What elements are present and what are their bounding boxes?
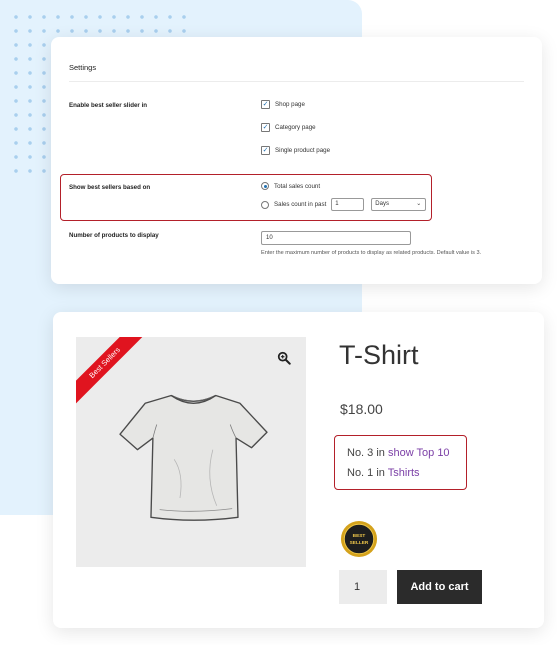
option-category-page[interactable]: ✓ Category page bbox=[261, 123, 316, 132]
rank-box: No. 3 in show Top 10 No. 1 in Tshirts bbox=[334, 435, 467, 490]
rank-in: in bbox=[376, 447, 385, 459]
add-to-cart-button[interactable]: Add to cart bbox=[397, 570, 482, 604]
divider bbox=[69, 81, 524, 82]
option-shop-page[interactable]: ✓ Shop page bbox=[261, 100, 305, 109]
num-products-input[interactable]: 10 bbox=[261, 231, 411, 245]
product-title: T-Shirt bbox=[339, 340, 419, 370]
num-products-label: Number of products to display bbox=[69, 232, 159, 239]
tshirt-image bbox=[119, 394, 268, 521]
help-text: Enter the maximum number of products to … bbox=[261, 250, 482, 256]
rank-category-link[interactable]: Tshirts bbox=[388, 467, 420, 479]
option-sales-in-past[interactable]: Sales count in past 1 Days ⌄ bbox=[261, 198, 427, 211]
radio-icon[interactable] bbox=[261, 200, 269, 209]
seal-text-2: SELLER bbox=[350, 540, 369, 546]
enable-slider-label: Enable best seller slider in bbox=[69, 102, 148, 109]
based-on-label: Show best sellers based on bbox=[69, 184, 151, 191]
product-price: $18.00 bbox=[340, 401, 383, 417]
zoom-icon[interactable] bbox=[277, 351, 291, 365]
rank-number: No. 3 bbox=[347, 447, 374, 459]
rank-line-2: No. 1 in Tshirts bbox=[347, 467, 420, 479]
settings-card: Settings Enable best seller slider in ✓ … bbox=[51, 37, 542, 284]
option-single-product-page[interactable]: ✓ Single product page bbox=[261, 146, 330, 155]
rank-line-1: No. 3 in show Top 10 bbox=[347, 447, 450, 459]
chevron-down-icon: ⌄ bbox=[416, 201, 422, 207]
option-label: Total sales count bbox=[274, 182, 321, 190]
seal-text-1: BEST bbox=[353, 533, 366, 539]
checkbox-checked-icon[interactable]: ✓ bbox=[261, 100, 270, 109]
rank-in: in bbox=[376, 467, 385, 479]
past-value-input[interactable]: 1 bbox=[331, 198, 365, 211]
best-seller-seal-icon: BEST SELLER bbox=[340, 520, 378, 558]
settings-title: Settings bbox=[69, 63, 97, 72]
option-label: Category page bbox=[275, 124, 316, 131]
option-label: Shop page bbox=[275, 101, 305, 108]
quantity-input[interactable]: 1 bbox=[339, 570, 387, 604]
checkbox-checked-icon[interactable]: ✓ bbox=[261, 146, 270, 155]
option-total-sales[interactable]: Total sales count bbox=[261, 182, 320, 190]
past-unit-select[interactable]: Days ⌄ bbox=[371, 198, 427, 211]
past-unit-value: Days bbox=[375, 201, 389, 207]
option-label: Sales count in past bbox=[274, 201, 327, 208]
rank-number: No. 1 bbox=[347, 467, 374, 479]
checkbox-checked-icon[interactable]: ✓ bbox=[261, 123, 270, 132]
product-card: Best Sellers T-Shirt $18.00 No. 3 in sho… bbox=[53, 312, 544, 628]
product-image[interactable]: Best Sellers bbox=[76, 337, 306, 567]
option-label: Single product page bbox=[275, 147, 331, 154]
radio-selected-icon[interactable] bbox=[261, 182, 269, 190]
rank-category-link[interactable]: show Top 10 bbox=[388, 447, 450, 459]
